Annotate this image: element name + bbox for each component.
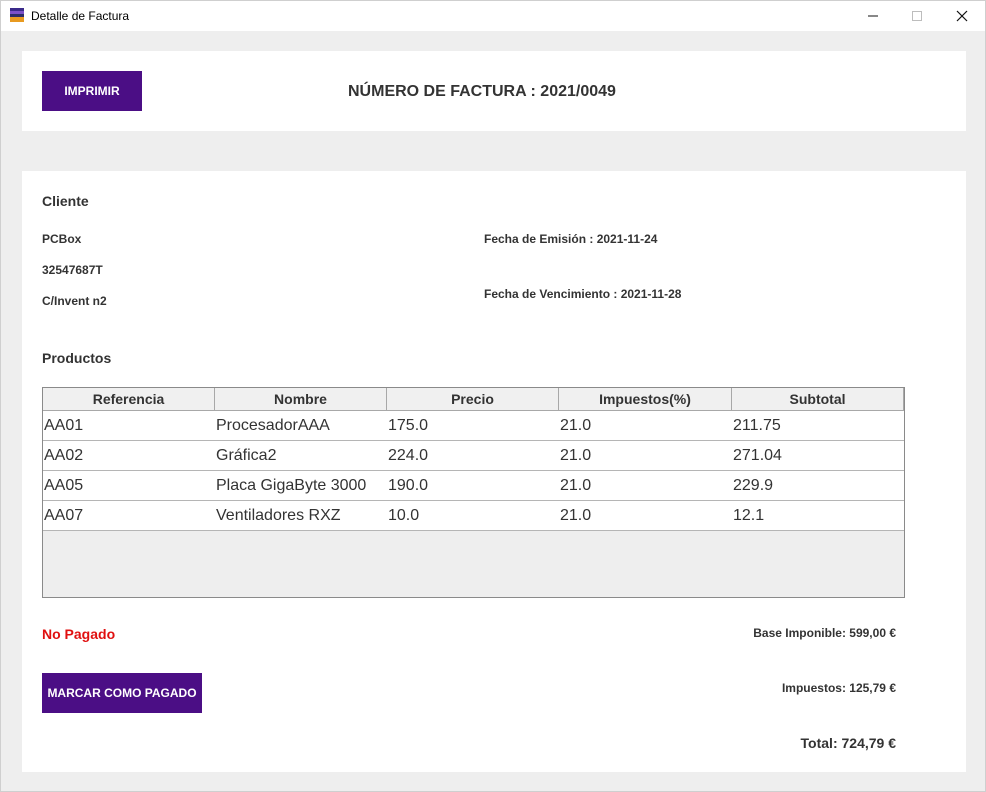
client-tax-id: 32547687T: [42, 263, 103, 277]
client-address: C/Invent n2: [42, 294, 107, 308]
cell-taxes: 21.0: [560, 476, 592, 494]
emission-date: Fecha de Emisión : 2021-11-24: [484, 232, 658, 246]
header-panel: IMPRIMIR NÚMERO DE FACTURA : 2021/0049: [22, 51, 966, 131]
window-title: Detalle de Factura: [31, 9, 130, 23]
table-row[interactable]: AA02 Gráfica2 224.0 21.0 271.04: [43, 441, 904, 471]
column-header-price[interactable]: Precio: [387, 388, 559, 411]
cell-subtotal: 229.9: [733, 476, 774, 494]
cell-name: Placa GigaByte 3000: [216, 476, 367, 494]
payment-status: No Pagado: [42, 626, 116, 642]
cell-subtotal: 211.75: [733, 416, 781, 434]
minimize-button[interactable]: [850, 1, 896, 31]
invoice-window: Detalle de Factura IMPRIMIR NÚMERO DE FA…: [0, 0, 986, 792]
client-section-label: Cliente: [42, 193, 89, 209]
maximize-icon: [912, 11, 922, 21]
cell-price: 224.0: [388, 446, 429, 464]
cell-reference: AA05: [44, 476, 84, 494]
cell-reference: AA01: [44, 416, 84, 434]
maximize-button[interactable]: [894, 1, 940, 31]
table-header: Referencia Nombre Precio Impuestos(%) Su…: [43, 388, 904, 411]
invoice-number-title: NÚMERO DE FACTURA : 2021/0049: [348, 83, 616, 100]
products-table[interactable]: Referencia Nombre Precio Impuestos(%) Su…: [42, 387, 905, 598]
client-name: PCBox: [42, 232, 82, 246]
cell-taxes: 21.0: [560, 446, 592, 464]
cell-taxes: 21.0: [560, 416, 592, 434]
cell-price: 10.0: [388, 506, 420, 524]
table-row[interactable]: AA07 Ventiladores RXZ 10.0 21.0 12.1: [43, 501, 904, 531]
table-body: AA01 ProcesadorAAA 175.0 21.0 211.75 AA0…: [43, 411, 904, 531]
app-icon: [10, 8, 24, 22]
title-bar[interactable]: Detalle de Factura: [1, 1, 985, 31]
column-header-subtotal[interactable]: Subtotal: [732, 388, 904, 411]
due-date: Fecha de Vencimiento : 2021-11-28: [484, 287, 682, 301]
table-row[interactable]: AA01 ProcesadorAAA 175.0 21.0 211.75: [43, 411, 904, 441]
cell-reference: AA07: [44, 506, 84, 524]
column-header-name[interactable]: Nombre: [215, 388, 387, 411]
cell-price: 190.0: [388, 476, 429, 494]
products-section-label: Productos: [42, 350, 112, 366]
column-header-taxes[interactable]: Impuestos(%): [559, 388, 732, 411]
mark-as-paid-button[interactable]: MARCAR COMO PAGADO: [42, 673, 202, 713]
cell-taxes: 21.0: [560, 506, 592, 524]
invoice-detail-panel: Cliente PCBox 32547687T C/Invent n2 Fech…: [22, 171, 966, 772]
cell-name: ProcesadorAAA: [216, 416, 330, 434]
cell-reference: AA02: [44, 446, 84, 464]
cell-name: Ventiladores RXZ: [216, 506, 341, 524]
close-button[interactable]: [939, 1, 985, 31]
cell-subtotal: 12.1: [733, 506, 765, 524]
close-icon: [956, 10, 968, 22]
print-button[interactable]: IMPRIMIR: [42, 71, 142, 111]
minimize-icon: [868, 15, 878, 17]
column-header-reference[interactable]: Referencia: [43, 388, 215, 411]
cell-subtotal: 271.04: [733, 446, 782, 464]
grand-total: Total: 724,79 €: [800, 735, 896, 751]
cell-price: 175.0: [388, 416, 429, 434]
cell-name: Gráfica2: [216, 446, 277, 464]
table-row[interactable]: AA05 Placa GigaByte 3000 190.0 21.0 229.…: [43, 471, 904, 501]
tax-base-total: Base Imponible: 599,00 €: [753, 626, 896, 640]
taxes-total: Impuestos: 125,79 €: [781, 681, 896, 695]
